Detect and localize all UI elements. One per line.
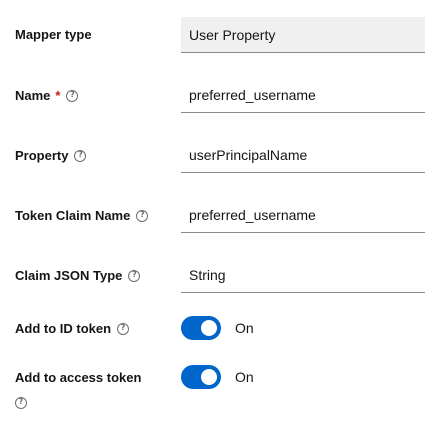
name-value: preferred_username [189,86,316,103]
add-to-id-token-label-text: Add to ID token [15,321,112,336]
help-icon[interactable] [136,209,149,222]
name-label-text: Name [15,88,51,103]
property-input[interactable]: userPrincipalName [181,137,425,173]
add-to-access-token-label-text: Add to access token [15,370,142,385]
add-to-id-token-toggle[interactable]: On [181,316,254,340]
mapper-type-label: Mapper type [15,27,92,42]
add-to-access-token-label: Add to access token [15,370,141,385]
toggle-state-label: On [235,369,254,385]
token-claim-name-label-text: Token Claim Name [15,208,131,223]
name-label: Name * [15,88,79,103]
help-icon[interactable] [66,89,79,102]
add-to-access-token-toggle[interactable]: On [181,365,254,389]
mapper-type-label-text: Mapper type [15,27,92,42]
add-to-id-token-label: Add to ID token [15,321,130,336]
claim-json-type-label-text: Claim JSON Type [15,268,123,283]
claim-json-type-label: Claim JSON Type [15,268,141,283]
property-label-text: Property [15,148,69,163]
mapper-type-value: User Property [189,26,276,43]
toggle-switch[interactable] [181,316,221,340]
help-icon[interactable] [74,149,87,162]
token-claim-name-label: Token Claim Name [15,208,149,223]
help-icon[interactable] [128,269,141,282]
token-claim-name-value: preferred_username [189,206,316,223]
claim-json-type-select[interactable]: String [181,257,425,293]
help-icon[interactable] [15,397,27,409]
help-icon[interactable] [117,322,130,335]
name-input[interactable]: preferred_username [181,77,425,113]
property-label: Property [15,148,87,163]
toggle-state-label: On [235,320,254,336]
claim-json-type-value: String [189,266,226,283]
mapper-type-field: User Property [181,17,425,53]
toggle-switch[interactable] [181,365,221,389]
required-marker: * [55,88,61,103]
token-claim-name-input[interactable]: preferred_username [181,197,425,233]
property-value: userPrincipalName [189,146,308,163]
